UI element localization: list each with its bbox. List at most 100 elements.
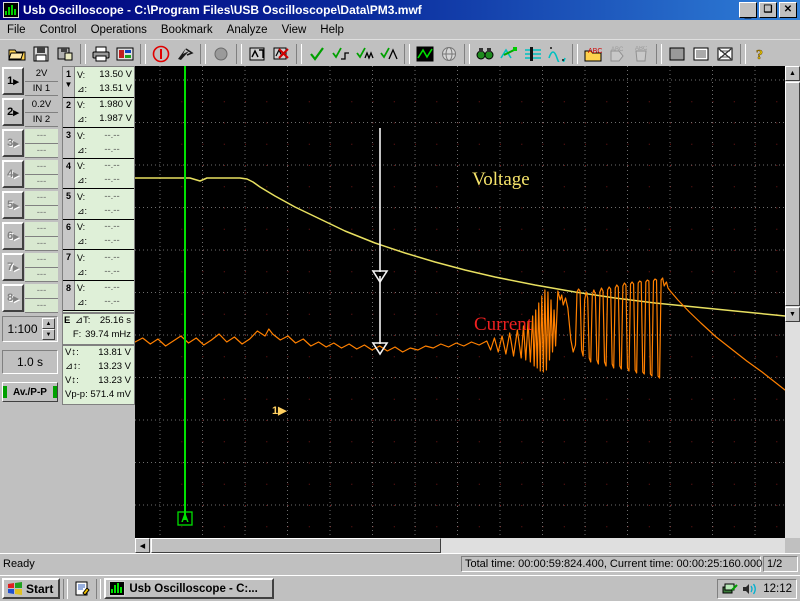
trigger-button[interactable] (498, 43, 520, 65)
readout-voltage-value: --.-- (104, 129, 120, 141)
scroll-left-button[interactable]: ◀ (135, 538, 150, 553)
single-shot-button[interactable] (210, 43, 232, 65)
sine-button[interactable] (546, 43, 568, 65)
notepad-icon (75, 581, 91, 596)
check-wave-button[interactable] (354, 43, 376, 65)
plot-canvas[interactable]: A (135, 66, 785, 538)
channel-input[interactable]: --- (25, 174, 58, 189)
menu-item-analyze[interactable]: Analyze (220, 22, 275, 38)
channel-input[interactable]: --- (25, 205, 58, 220)
readout-average-line: ⊿: --.-- (75, 265, 134, 279)
check-slope-button[interactable] (378, 43, 400, 65)
channel-number: 6 (7, 230, 14, 242)
channel-select-button-7[interactable]: 7 ▸ (2, 253, 24, 281)
zoom-spinner[interactable]: ▲ ▼ (42, 318, 55, 340)
channel-select-button-1[interactable]: 1 ▸ (2, 67, 24, 95)
taskbar-item-oscilloscope[interactable]: Usb Oscilloscope - C:... (104, 578, 275, 599)
save-file-button[interactable] (30, 43, 52, 65)
zoom-down-button[interactable]: ▼ (42, 329, 55, 340)
horizontal-scrollbar[interactable]: ◀ (135, 538, 785, 553)
maximize-button[interactable]: ❏ (759, 2, 777, 18)
readout-average-line: ⊿: --.-- (75, 143, 134, 157)
print-button[interactable] (90, 43, 112, 65)
readout-channel-number: 4 (63, 158, 75, 188)
record-stop-button[interactable] (150, 43, 172, 65)
channel-range[interactable]: 0.2V (25, 98, 58, 113)
check-button[interactable] (306, 43, 328, 65)
find-button[interactable] (474, 43, 496, 65)
play-measure-button[interactable]: ABC (606, 43, 628, 65)
channel-range[interactable]: 2V (25, 67, 58, 82)
zoom-up-button[interactable]: ▲ (42, 318, 55, 329)
quicklaunch-notepad[interactable] (71, 578, 93, 599)
menu-item-operations[interactable]: Operations (84, 22, 154, 38)
channel-range[interactable]: --- (25, 284, 58, 299)
minimize-button[interactable]: _ (739, 2, 757, 19)
scroll-up-button[interactable]: ▲ (785, 66, 800, 81)
readout-average-label: ⊿: (77, 144, 88, 155)
channel-select-button-8[interactable]: 8 ▸ (2, 284, 24, 312)
channel-range[interactable]: --- (25, 253, 58, 268)
clear-button[interactable] (270, 43, 292, 65)
menu-item-file[interactable]: File (0, 22, 33, 38)
channel-input[interactable]: --- (25, 267, 58, 282)
start-button[interactable]: Start (2, 578, 61, 599)
channel-row: 6 ▸ --- --- (0, 221, 62, 251)
timebase-display[interactable]: 1.0 s (2, 350, 58, 374)
application-window: Usb Oscilloscope - C:\Program Files\USB … (0, 0, 800, 601)
channel-input[interactable]: IN 2 (25, 112, 58, 127)
channel-range[interactable]: --- (25, 191, 58, 206)
print-preview-button[interactable] (114, 43, 136, 65)
network-icon[interactable] (722, 582, 738, 596)
delete-measure-button[interactable]: ABC (630, 43, 652, 65)
toolbar-separator (236, 43, 242, 64)
zoom-ratio-control[interactable]: 1:100 ▲ ▼ (2, 316, 58, 342)
fill-button[interactable] (666, 43, 688, 65)
channel-input[interactable]: IN 1 (25, 81, 58, 96)
channel-input[interactable]: --- (25, 143, 58, 158)
status-ready: Ready (3, 558, 35, 570)
help-button[interactable]: ? (750, 43, 772, 65)
menu-item-view[interactable]: View (275, 22, 314, 38)
menu-item-bookmark[interactable]: Bookmark (154, 22, 220, 38)
measurement-row: ⊿↕: 13.23 V (63, 360, 134, 374)
readout-voltage-line: V: --.-- (75, 129, 134, 143)
volume-icon[interactable] (742, 582, 757, 596)
channel-input[interactable]: --- (25, 236, 58, 251)
nolist-button[interactable] (714, 43, 736, 65)
globe-button[interactable] (438, 43, 460, 65)
open-file-button[interactable] (6, 43, 28, 65)
channel-select-button-6[interactable]: 6 ▸ (2, 222, 24, 250)
readout-voltage-value: --.-- (104, 221, 120, 233)
average-peak-toggle-button[interactable]: Av./P-P (2, 382, 58, 402)
channel-select-button-4[interactable]: 4 ▸ (2, 160, 24, 188)
save-as-button[interactable] (54, 43, 76, 65)
graph-button[interactable] (414, 43, 436, 65)
delta-t-label: ⊿T: (75, 315, 91, 326)
status-page: 1/2 (763, 556, 798, 572)
channel-select-button-5[interactable]: 5 ▸ (2, 191, 24, 219)
menu-item-control[interactable]: Control (33, 22, 84, 38)
scroll-down-button[interactable]: ▼ (785, 307, 800, 322)
channel-settings: 0.2V IN 2 (25, 98, 58, 127)
check-rise-button[interactable] (330, 43, 352, 65)
channel-select-button-3[interactable]: 3 ▸ (2, 129, 24, 157)
readout-voltage-label: V: (77, 252, 86, 263)
list-button[interactable] (690, 43, 712, 65)
channel-range[interactable]: --- (25, 160, 58, 175)
vertical-scroll-thumb[interactable] (785, 82, 800, 306)
auto-setup-button[interactable] (246, 43, 268, 65)
oscilloscope-plot[interactable]: A 1▶ Voltage Current Courtesy of Olle Gl… (135, 66, 785, 538)
channel-range[interactable]: --- (25, 129, 58, 144)
channel-number: 8 (7, 292, 14, 304)
channel-input[interactable]: --- (25, 298, 58, 313)
close-button[interactable]: ✕ (779, 2, 797, 18)
menu-item-help[interactable]: Help (313, 22, 351, 38)
vertical-scrollbar[interactable]: ▲ ▼ (785, 66, 800, 538)
run-button[interactable] (174, 43, 196, 65)
horizontal-scroll-thumb[interactable] (151, 538, 441, 553)
cursor-button[interactable] (522, 43, 544, 65)
open-measure-button[interactable]: ABC (582, 43, 604, 65)
channel-range[interactable]: --- (25, 222, 58, 237)
channel-select-button-2[interactable]: 2 ▸ (2, 98, 24, 126)
